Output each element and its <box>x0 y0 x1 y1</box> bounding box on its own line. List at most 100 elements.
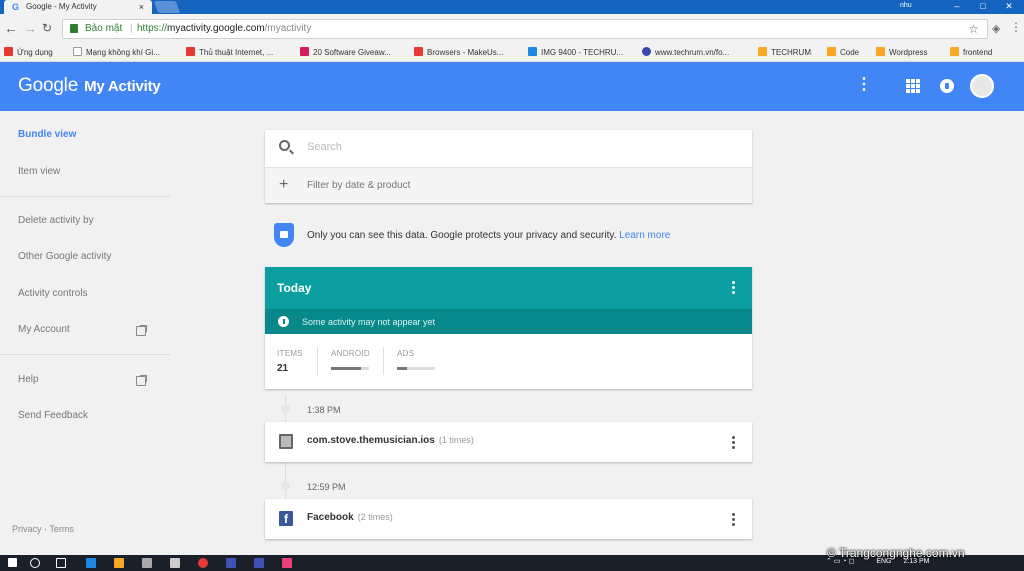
search-icon[interactable] <box>279 140 290 151</box>
today-menu-icon[interactable] <box>732 281 735 294</box>
browser-tab[interactable]: G Google - My Activity × <box>4 0 152 14</box>
page-icon <box>528 47 537 56</box>
folder-icon <box>876 47 885 56</box>
url-field[interactable]: Bảo mật | https://myactivity.google.com/… <box>62 19 988 39</box>
apps-grid-icon[interactable] <box>906 79 920 93</box>
note-text: Some activity may not appear yet <box>302 317 436 327</box>
mail-icon[interactable] <box>170 558 180 568</box>
sidebar-item-item-view[interactable]: Item view <box>18 166 60 178</box>
browser-title-bar: G Google - My Activity × nhu – □ ✕ <box>0 0 1024 14</box>
stat-divider <box>383 347 384 375</box>
sidebar-item-send-feedback[interactable]: Send Feedback <box>18 410 88 422</box>
add-filter-icon: + <box>279 176 289 193</box>
bookmark-apps[interactable]: Ứng dụng <box>4 44 53 61</box>
activity-title: com.stove.themusician.ios <box>307 435 435 446</box>
sidebar-item-delete-activity[interactable]: Delete activity by <box>18 215 94 227</box>
more-options-icon[interactable]: ⋮ <box>856 76 872 94</box>
bookmark-folder[interactable]: Wordpress <box>876 44 928 61</box>
footer-links: Privacy · Terms <box>12 524 74 534</box>
android-bar <box>331 367 369 370</box>
globe-icon <box>642 47 651 56</box>
bookmark-item[interactable]: Mạng không khí Gi... <box>73 44 160 61</box>
terms-link[interactable]: Terms <box>49 524 74 534</box>
minimize-icon[interactable]: – <box>944 0 970 14</box>
bookmark-item[interactable]: 20 Software Giveaw... <box>300 44 391 61</box>
today-note: Some activity may not appear yet <box>265 309 752 334</box>
learn-more-link[interactable]: Learn more <box>619 230 670 241</box>
bookmark-item[interactable]: IMG 9400 - TECHRU... <box>528 44 623 61</box>
page-icon <box>186 47 195 56</box>
activity-card[interactable]: Facebook(2 times) <box>265 499 752 539</box>
url-text: https://myactivity.google.com/myactivity <box>137 23 312 34</box>
reload-icon[interactable]: ↻ <box>42 20 52 36</box>
google-logo: Google <box>18 75 79 96</box>
windows-start-icon[interactable] <box>8 558 17 567</box>
avatar[interactable] <box>970 74 994 98</box>
items-count: 21 <box>277 363 289 374</box>
store-icon[interactable] <box>142 558 152 568</box>
items-label: ITEMS <box>277 349 303 358</box>
tab-close-icon[interactable]: × <box>139 0 144 14</box>
bookmark-folder[interactable]: TECHRUM <box>758 44 811 61</box>
address-bar-row: ← → ↻ Bảo mật | https://myactivity.googl… <box>0 14 1024 44</box>
bookmark-item[interactable]: Thủ thuật Internet, ... <box>186 44 273 61</box>
facebook-icon <box>279 511 293 526</box>
maximize-icon[interactable]: □ <box>970 0 996 14</box>
privacy-text-line: Only you can see this data. Google prote… <box>307 230 670 241</box>
forward-icon[interactable]: → <box>23 20 37 36</box>
file-explorer-icon[interactable] <box>114 558 124 568</box>
page-icon <box>300 47 309 56</box>
close-window-icon[interactable]: ✕ <box>996 0 1022 14</box>
bookmark-star-icon[interactable]: ☆ <box>968 20 979 38</box>
ads-bar-fill <box>397 367 407 370</box>
android-bar-fill <box>331 367 362 370</box>
sidebar-item-other-activity[interactable]: Other Google activity <box>18 251 111 263</box>
app-header: Google My Activity ⋮ <box>0 62 1024 111</box>
filter-row[interactable]: + Filter by date & product <box>265 167 752 203</box>
ads-label[interactable]: ADS <box>397 349 414 358</box>
filter-label: Filter by date & product <box>307 180 411 191</box>
timeline-dot <box>281 404 290 413</box>
bookmark-folder[interactable]: frontend <box>950 44 992 61</box>
sidebar-item-help[interactable]: Help <box>18 374 39 386</box>
bookmark-item[interactable]: www.techrum.vn/fo... <box>642 44 729 61</box>
task-view-icon[interactable] <box>56 558 66 568</box>
footer-dot: · <box>44 524 48 534</box>
back-icon[interactable]: ← <box>4 20 18 36</box>
activity-time: 1:38 PM <box>307 405 341 415</box>
ads-bar <box>397 367 435 370</box>
sidebar-divider <box>0 196 170 197</box>
page-icon <box>73 47 82 56</box>
bookmark-item[interactable]: Browsers - MakeUs... <box>414 44 503 61</box>
security-label: Bảo mật <box>85 23 123 34</box>
activity-menu-icon[interactable] <box>732 436 735 449</box>
activity-count: (2 times) <box>357 512 393 522</box>
browser-menu-icon[interactable]: ⋮ <box>1010 20 1022 34</box>
edge-icon[interactable] <box>86 558 96 568</box>
open-external-icon <box>136 375 147 386</box>
sidebar-item-activity-controls[interactable]: Activity controls <box>18 288 87 300</box>
activity-card[interactable]: com.stove.themusician.ios (1 times) <box>265 422 752 462</box>
tab-title: Google - My Activity <box>26 2 97 11</box>
photoshop-icon[interactable] <box>226 558 236 568</box>
sidebar-item-bundle-view[interactable]: Bundle view <box>18 129 76 141</box>
bookmark-folder[interactable]: Code <box>827 44 859 61</box>
new-tab-button[interactable] <box>153 1 181 13</box>
android-label[interactable]: ANDROID <box>331 349 370 358</box>
photoshop-icon[interactable] <box>254 558 264 568</box>
activity-menu-icon[interactable] <box>732 513 735 526</box>
sidebar-divider <box>0 354 170 355</box>
app-icon[interactable] <box>282 558 292 568</box>
app-brand[interactable]: Google My Activity <box>18 75 161 97</box>
today-title: Today <box>277 281 312 295</box>
privacy-link[interactable]: Privacy <box>12 524 42 534</box>
open-external-icon <box>136 325 147 336</box>
search-input[interactable] <box>307 139 727 155</box>
sidebar-item-my-account[interactable]: My Account <box>18 324 70 336</box>
search-icon[interactable] <box>30 558 40 568</box>
extension-icon[interactable]: ◈ <box>992 22 1000 35</box>
document-icon <box>279 434 293 449</box>
chrome-icon[interactable] <box>198 558 208 568</box>
notifications-icon[interactable] <box>940 79 954 93</box>
window-user-label: nhu <box>900 2 912 9</box>
